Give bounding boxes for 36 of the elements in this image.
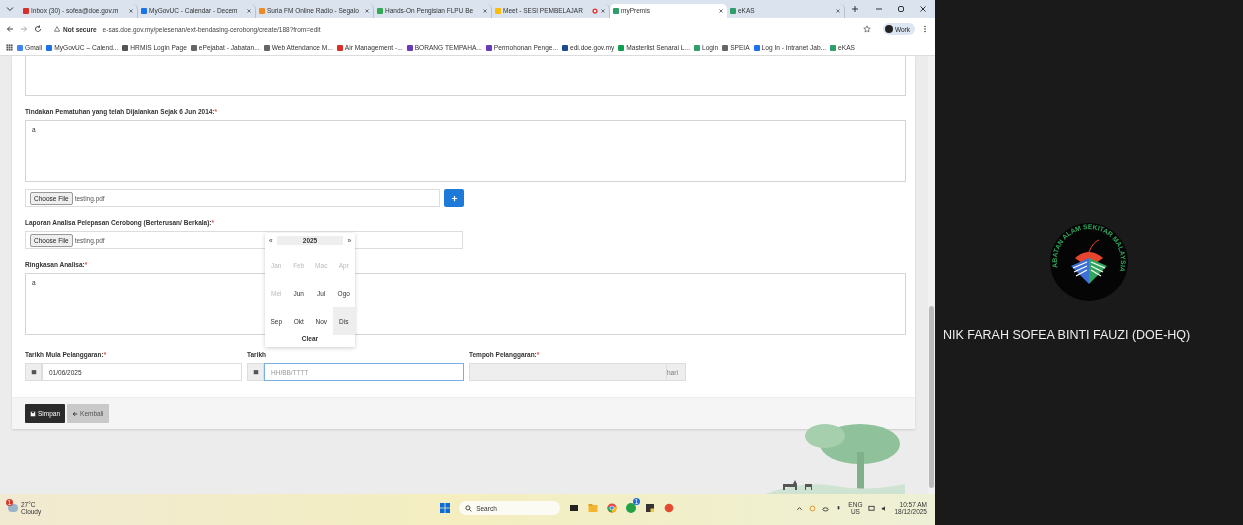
notes-icon[interactable]: [645, 503, 656, 513]
participant-name: NIK FARAH SOFEA BINTI FAUZI (DOE-HQ): [943, 328, 1191, 342]
close-tab-icon[interactable]: [482, 7, 488, 14]
close-tab-icon[interactable]: [835, 7, 841, 14]
star-icon[interactable]: [862, 25, 871, 33]
new-tab-icon[interactable]: [851, 5, 859, 13]
calendar-icon: [30, 369, 37, 375]
search-icon: [465, 504, 473, 512]
close-tab-icon[interactable]: [128, 7, 134, 14]
save-icon: [30, 410, 36, 417]
more-icon[interactable]: [921, 25, 929, 33]
apps-icon[interactable]: [6, 44, 13, 51]
close-tab-icon[interactable]: [246, 7, 252, 14]
chat-icon[interactable]: [626, 503, 637, 513]
calendar-icon: [252, 369, 259, 375]
minimize-icon[interactable]: [875, 5, 883, 13]
plus-icon: [450, 194, 458, 202]
arrow-left-icon: [72, 410, 79, 417]
cloud-icon: [8, 504, 18, 512]
app-icon[interactable]: [664, 503, 675, 513]
add-button[interactable]: [444, 189, 464, 207]
tab-list-icon[interactable]: [6, 5, 14, 13]
close-icon[interactable]: [919, 5, 927, 13]
chevron-up-icon[interactable]: [796, 504, 804, 512]
task-view-icon[interactable]: [569, 503, 580, 513]
close-tab-icon[interactable]: [600, 7, 606, 14]
warning-icon: [54, 26, 60, 32]
close-tab-icon[interactable]: [364, 7, 370, 14]
close-tab-icon[interactable]: [718, 7, 724, 14]
browser-icon[interactable]: [607, 503, 618, 513]
start-icon[interactable]: [440, 503, 451, 513]
cloud-icon[interactable]: [822, 504, 830, 512]
reload-icon[interactable]: [34, 25, 42, 33]
restore-icon[interactable]: [897, 5, 905, 13]
back-icon[interactable]: [6, 25, 14, 33]
display-icon[interactable]: [868, 504, 876, 512]
